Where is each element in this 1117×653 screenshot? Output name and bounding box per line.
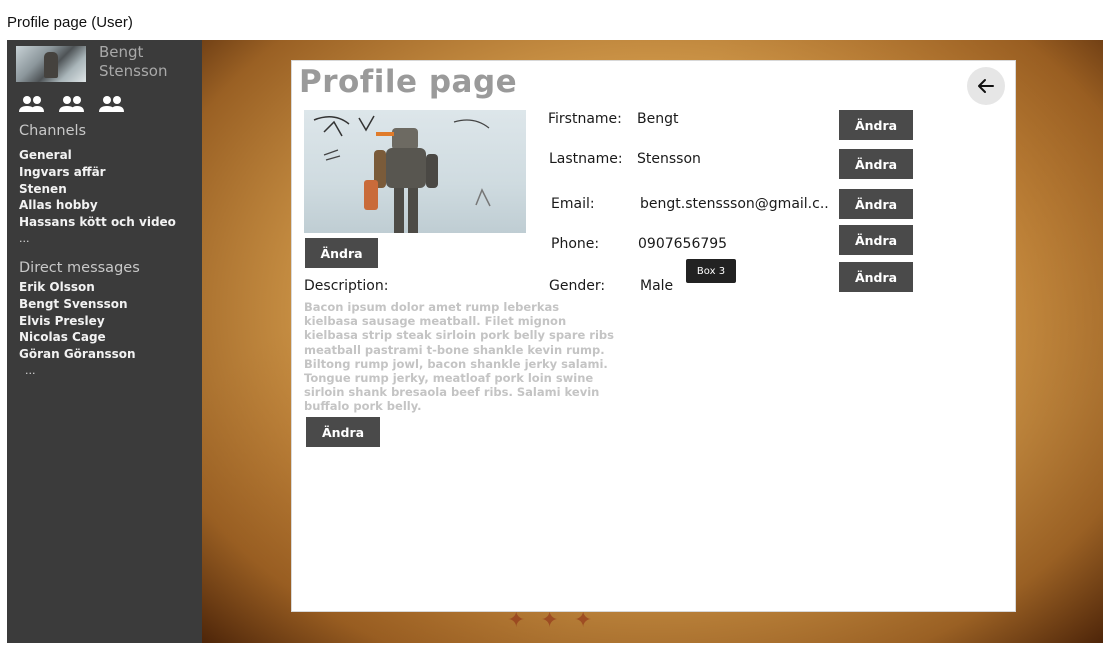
user-group-icon[interactable] — [18, 95, 45, 114]
change-photo-button[interactable]: Ändra — [305, 238, 378, 268]
direct-message-item[interactable]: Nicolas Cage — [19, 329, 136, 346]
change-lastname-button[interactable]: Ändra — [839, 149, 913, 179]
firstname-value: Bengt — [637, 111, 679, 127]
channel-item[interactable]: Stenen — [19, 181, 176, 198]
app: Bengt Stensson Channels General Ingvars … — [7, 40, 1103, 643]
change-gender-button[interactable]: Ändra — [839, 262, 913, 292]
arrow-left-icon — [978, 79, 994, 93]
gender-label: Gender: — [549, 278, 606, 294]
back-button[interactable] — [967, 67, 1005, 105]
channel-item[interactable]: General — [19, 147, 176, 164]
user-name: Bengt Stensson — [99, 43, 195, 81]
direct-message-item[interactable]: Elvis Presley — [19, 313, 136, 330]
user-group-icon[interactable] — [58, 95, 85, 114]
direct-messages-title: Direct messages — [19, 260, 140, 276]
gender-value: Male — [640, 278, 674, 294]
user-first-name: Bengt — [99, 43, 144, 61]
description-text: Bacon ipsum dolor amet rump leberkas kie… — [304, 300, 614, 414]
profile-photo — [304, 110, 526, 233]
profile-panel: Profile page Ändra Firstname: Bengt Ändr… — [291, 60, 1016, 612]
user-icons-row — [18, 95, 125, 114]
description-label: Description: — [304, 278, 389, 294]
change-description-button[interactable]: Ändra — [306, 417, 380, 447]
direct-message-list: Erik Olsson Bengt Svensson Elvis Presley… — [19, 279, 136, 380]
page-title: Profile page — [299, 64, 518, 100]
firstname-label: Firstname: — [548, 111, 622, 127]
user-last-name: Stensson — [99, 62, 168, 80]
user-avatar[interactable] — [16, 46, 86, 82]
direct-message-more[interactable]: ... — [19, 363, 136, 380]
change-firstname-button[interactable]: Ändra — [839, 110, 913, 140]
change-phone-button[interactable]: Ändra — [839, 225, 913, 255]
user-group-icon[interactable] — [98, 95, 125, 114]
channel-item[interactable]: Allas hobby — [19, 197, 176, 214]
channels-title: Channels — [19, 123, 87, 139]
channel-more[interactable]: ... — [19, 231, 176, 248]
channel-item[interactable]: Hassans kött och video — [19, 214, 176, 231]
direct-message-item[interactable]: Göran Göransson — [19, 346, 136, 363]
phone-value: 0907656795 — [638, 236, 728, 252]
channel-list: General Ingvars affär Stenen Allas hobby… — [19, 147, 176, 248]
lastname-label: Lastname: — [549, 151, 623, 167]
direct-message-item[interactable]: Erik Olsson — [19, 279, 136, 296]
sidebar: Bengt Stensson Channels General Ingvars … — [7, 40, 202, 643]
email-value: bengt.stenssson@gmail.c.. — [640, 196, 829, 212]
direct-message-item[interactable]: Bengt Svensson — [19, 296, 136, 313]
channel-item[interactable]: Ingvars affär — [19, 164, 176, 181]
lastname-value: Stensson — [637, 151, 701, 167]
phone-label: Phone: — [551, 236, 600, 252]
tooltip: Box 3 — [686, 259, 736, 283]
profile-photo-artwork — [313, 115, 491, 233]
email-label: Email: — [551, 196, 595, 212]
change-email-button[interactable]: Ändra — [839, 189, 913, 219]
window-title: Profile page (User) — [7, 14, 133, 31]
